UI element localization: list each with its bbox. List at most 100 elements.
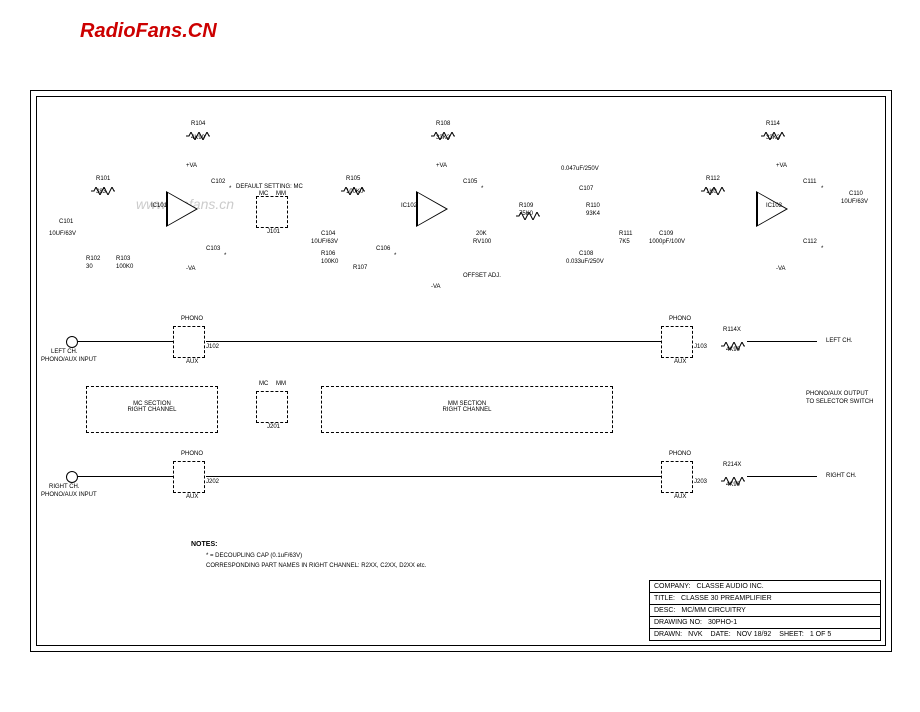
resistor-r109 — [516, 207, 540, 215]
mc-section-box: MC SECTION RIGHT CHANNEL — [86, 386, 218, 433]
phono-left-out: PHONO — [669, 316, 691, 322]
c101-val: 10UF/63V — [49, 231, 76, 237]
tb-desc-row: DESC: MC/MM CIRCUITRY — [650, 605, 880, 617]
va-pos-2: +VA — [436, 163, 447, 169]
j102-label: J102 — [206, 344, 219, 350]
resistor-r112 — [701, 182, 725, 190]
right-in-sub: PHONO/AUX INPUT — [41, 492, 97, 498]
c101-label: C101 — [59, 219, 73, 225]
left-in-label: LEFT CH. — [51, 349, 78, 355]
r106-val: 100K0 — [321, 259, 338, 265]
va-pos-3: +VA — [776, 163, 787, 169]
mm-section-label: MM SECTION RIGHT CHANNEL — [322, 401, 612, 413]
right-in-label: RIGHT CH. — [49, 484, 80, 490]
r114x-val: 4K99 — [726, 347, 740, 353]
j203-label: J203 — [694, 479, 707, 485]
offset-label: OFFSET ADJ. — [463, 273, 501, 279]
wire-right-out — [747, 476, 817, 477]
c107-val: 0.047uF/250V — [561, 166, 599, 172]
notes-heading: NOTES: — [191, 541, 217, 548]
aux-right-out: AUX — [674, 494, 686, 500]
right-out-label: RIGHT CH. — [826, 473, 857, 479]
tb-sheet-val: 1 OF 5 — [810, 631, 831, 638]
switch-j103-box — [661, 326, 693, 358]
r111-label: R111 — [619, 231, 632, 237]
c105-label: C105 — [463, 179, 477, 185]
wire-right-bus — [206, 476, 661, 477]
phono-left-in: PHONO — [181, 316, 203, 322]
tb-drawn-val: NVK — [688, 631, 702, 638]
tb-company-lbl: COMPANY: — [654, 583, 690, 590]
schematic-outer-border: www diofans.cn IC101 +VA -VA R104 4K99 R… — [30, 90, 892, 652]
mm-section-box: MM SECTION RIGHT CHANNEL — [321, 386, 613, 433]
r110-label: R110 — [586, 203, 600, 209]
switch-j102-box — [173, 326, 205, 358]
tb-title-lbl: TITLE: — [654, 595, 675, 602]
c108-ref: C108 — [579, 251, 593, 257]
tb-drawn-row: DRAWN: NVK DATE: NOV 18/92 SHEET: 1 OF 5 — [650, 629, 880, 640]
phono-right-out: PHONO — [669, 451, 691, 457]
tb-company-row: COMPANY: CLASSE AUDIO INC. — [650, 581, 880, 593]
ic103-label: IC103 — [766, 203, 782, 209]
resistor-r104 — [186, 127, 210, 135]
opamp-ic101 — [166, 191, 198, 227]
c107-ref: C107 — [579, 186, 593, 192]
tb-drawn-lbl: DRAWN: — [654, 631, 682, 638]
default-setting-label: DEFAULT SETTING: MC — [236, 184, 303, 190]
c105-star: * — [481, 186, 483, 192]
ic102-label: IC102 — [401, 203, 417, 209]
c110-val: 10UF/63V — [841, 199, 868, 205]
wire-left-out — [747, 341, 817, 342]
switch-j201-box — [256, 391, 288, 423]
switch-j101-box — [256, 196, 288, 228]
tb-title-row: TITLE: CLASSE 30 PREAMPLIFIER — [650, 593, 880, 605]
out-note-2: TO SELECTOR SWITCH — [806, 399, 873, 405]
r107-label: R107 — [353, 265, 367, 271]
tb-sheet-lbl: SHEET: — [779, 631, 804, 638]
mm-label-1: MM — [276, 191, 286, 197]
c112-star: * — [821, 246, 823, 252]
r214x-val: 4K99 — [726, 482, 740, 488]
ic101-label: IC101 — [151, 203, 167, 209]
tb-drawing-lbl: DRAWING NO: — [654, 619, 702, 626]
r114x-label: R114X — [723, 327, 741, 333]
c103-star: * — [224, 253, 226, 259]
opamp-ic103 — [756, 191, 788, 227]
mc-label-1: MC — [259, 191, 268, 197]
c109-ref: C109 — [659, 231, 673, 237]
mc-section-label: MC SECTION RIGHT CHANNEL — [87, 401, 217, 413]
j103-label: J103 — [694, 344, 707, 350]
switch-j202-box — [173, 461, 205, 493]
phono-right-in: PHONO — [181, 451, 203, 457]
c106-label: C106 — [376, 246, 390, 252]
c111-star: * — [821, 186, 823, 192]
c109-val: 1000pF/100V — [649, 239, 685, 245]
r102-label: R102 — [86, 256, 100, 262]
c104-val: 10UF/63V — [311, 239, 338, 245]
r111-val: 7K5 — [619, 239, 630, 245]
tb-drawing-val: 30PHO-1 — [708, 619, 737, 626]
tb-title-val: CLASSE 30 PREAMPLIFIER — [681, 595, 772, 602]
schematic-inner-border — [36, 96, 886, 646]
va-neg-3: -VA — [776, 266, 786, 272]
opamp-ic102 — [416, 191, 448, 227]
tb-desc-val: MC/MM CIRCUITRY — [681, 607, 745, 614]
c110-label: C110 — [849, 191, 863, 197]
c102-label: C102 — [211, 179, 225, 185]
resistor-r114x — [721, 337, 745, 345]
r110-val: 93K4 — [586, 211, 600, 217]
va-neg-2: -VA — [431, 284, 441, 290]
resistor-r114 — [761, 127, 785, 135]
title-block: COMPANY: CLASSE AUDIO INC. TITLE: CLASSE… — [649, 580, 881, 641]
c103-label: C103 — [206, 246, 220, 252]
left-in-sub: PHONO/AUX INPUT — [41, 357, 97, 363]
j101-label: J101 — [267, 229, 280, 235]
aux-left-out: AUX — [674, 359, 686, 365]
c106-star: * — [394, 253, 396, 259]
resistor-r101 — [91, 182, 115, 190]
pot-ref: RV100 — [473, 239, 491, 245]
aux-right-in: AUX — [186, 494, 198, 500]
mc-label-2: MC — [259, 381, 268, 387]
c112-label: C112 — [803, 239, 817, 245]
tb-drawing-row: DRAWING NO: 30PHO-1 — [650, 617, 880, 629]
